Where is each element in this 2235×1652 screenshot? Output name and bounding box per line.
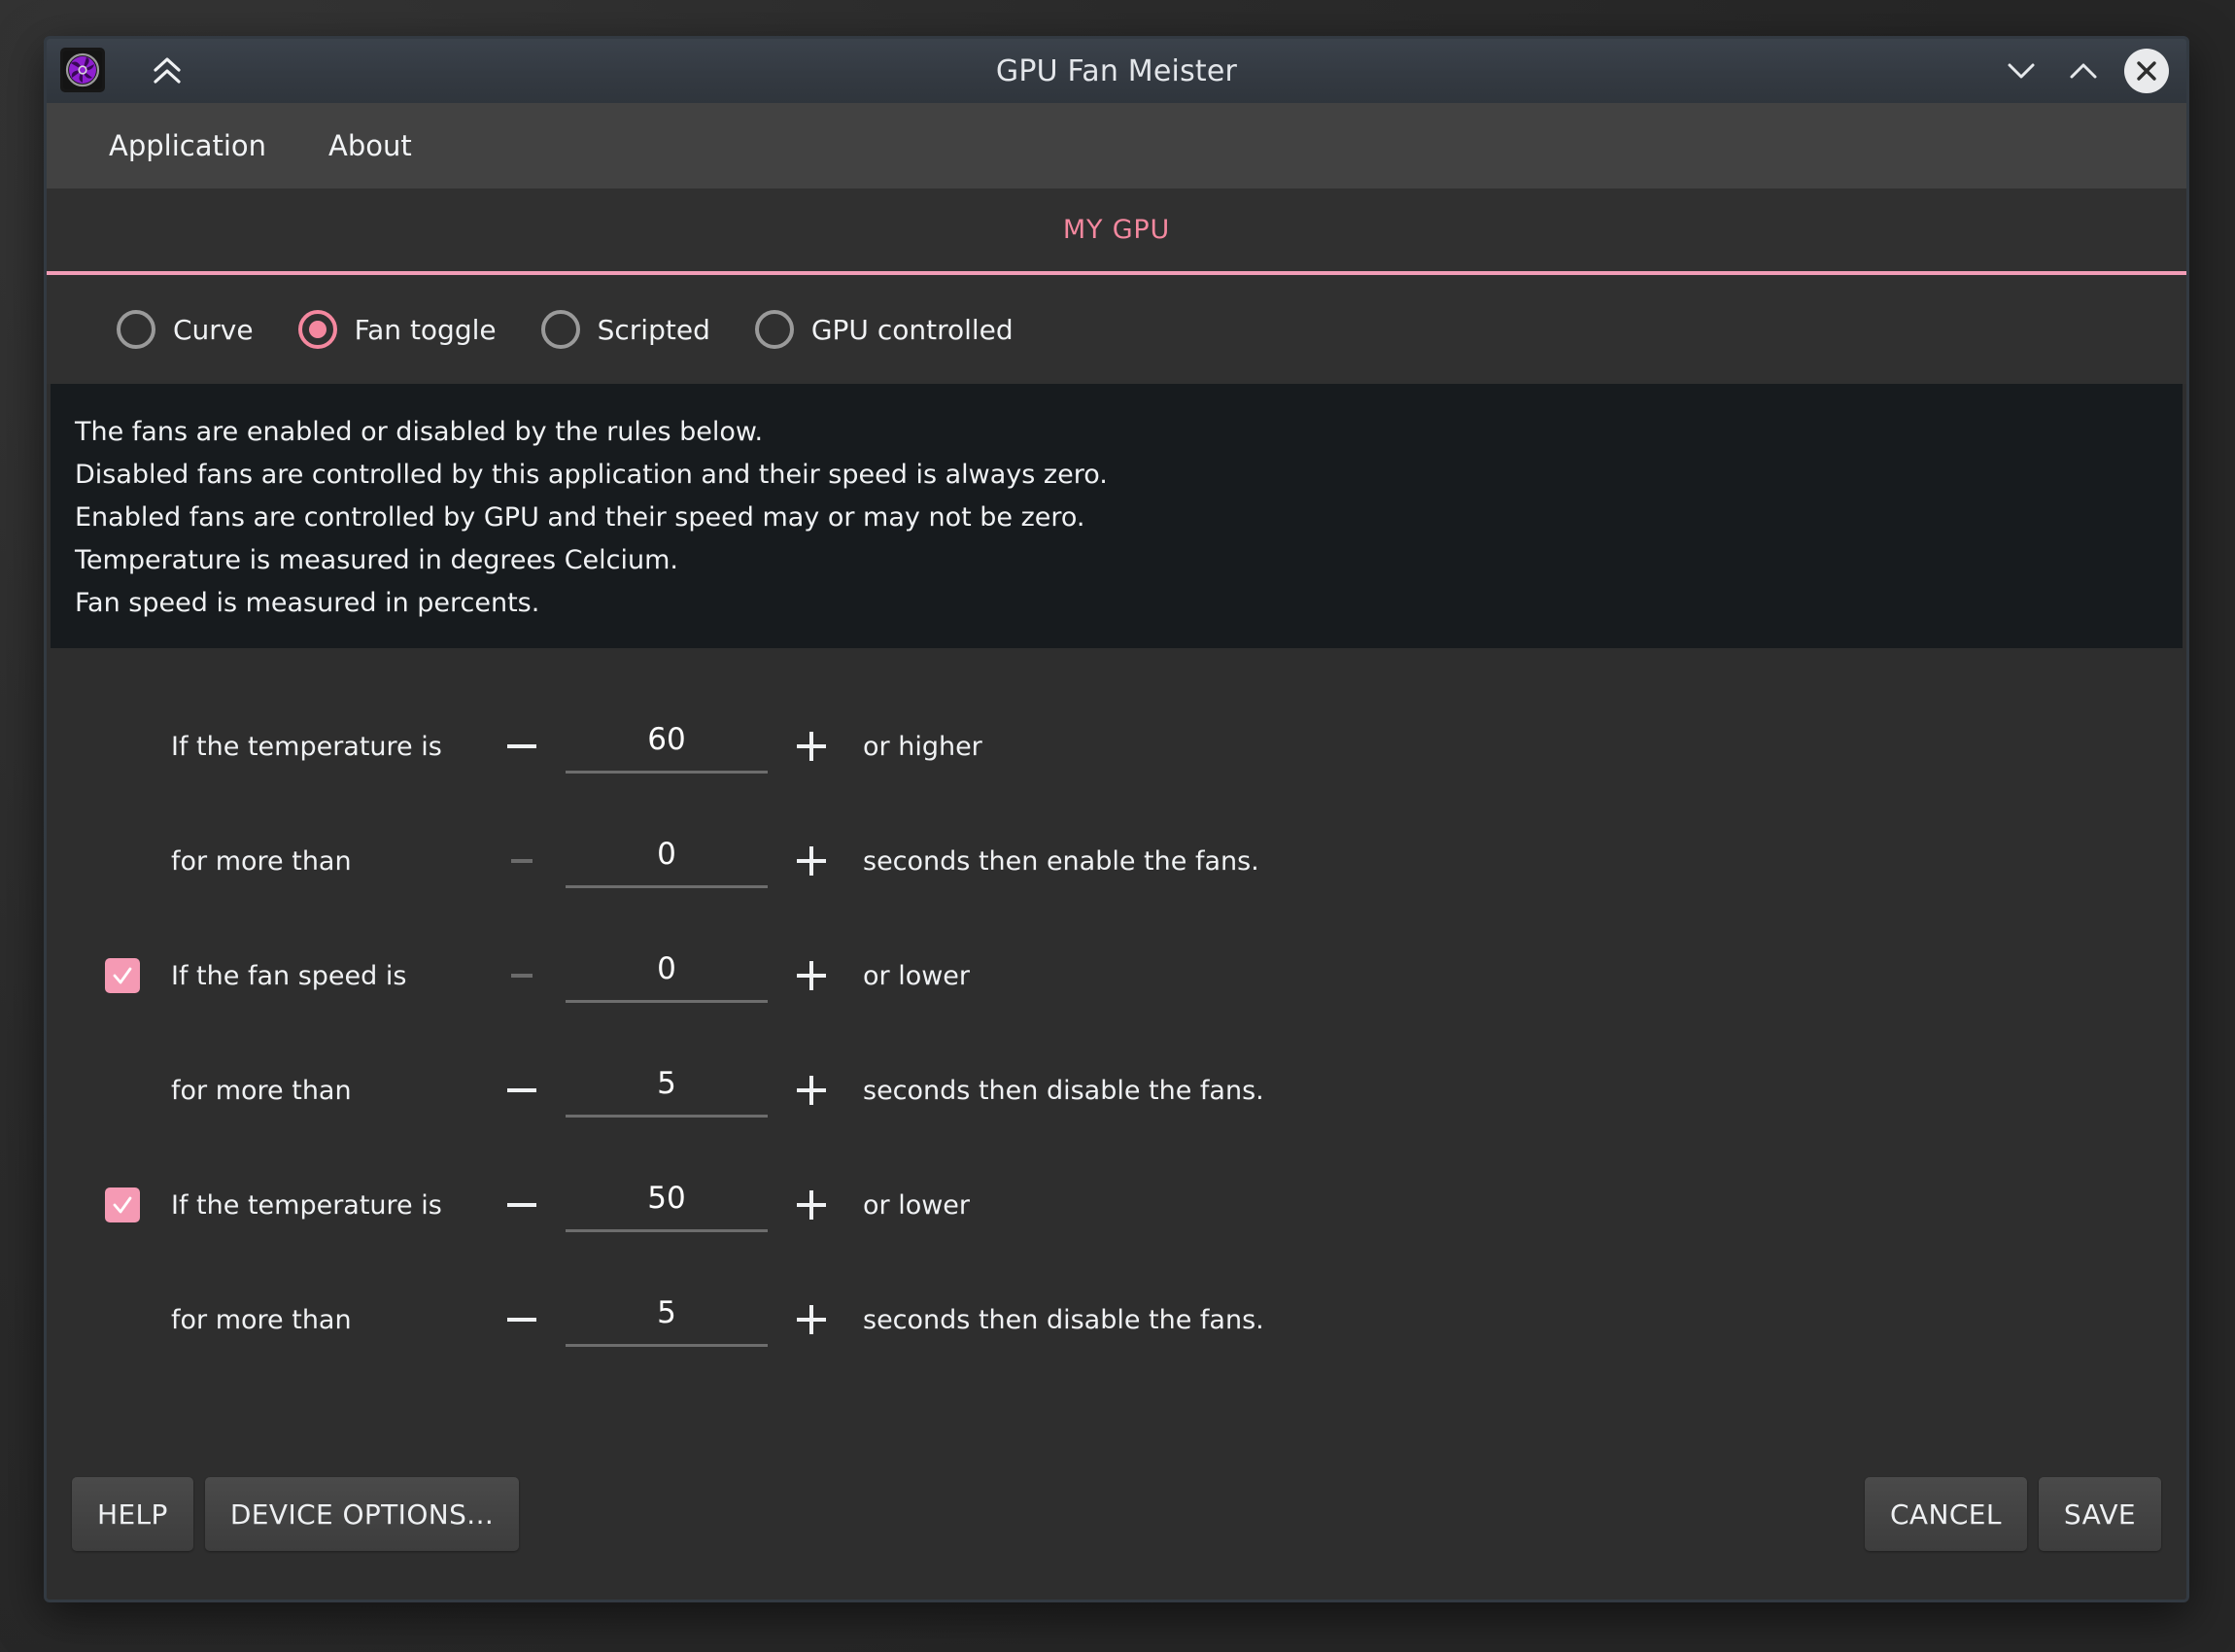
- rule-checkbox[interactable]: [105, 958, 140, 993]
- decrement-button[interactable]: [492, 1290, 552, 1350]
- value-field[interactable]: 5: [566, 1293, 768, 1347]
- chevron-down-icon[interactable]: [2000, 50, 2043, 92]
- increment-button[interactable]: [781, 1060, 842, 1120]
- menu-bar: Application About: [47, 103, 2186, 189]
- decrement-button: [492, 831, 552, 891]
- fan-icon: [60, 48, 105, 92]
- radio-label-curve: Curve: [173, 313, 254, 346]
- value-field[interactable]: 5: [566, 1064, 768, 1118]
- value-text: 5: [657, 1294, 676, 1330]
- description-line: Fan speed is measured in percents.: [75, 588, 540, 618]
- rule-label: If the temperature is: [171, 1189, 442, 1221]
- radio-circle-selected-icon: [297, 310, 337, 349]
- value-field[interactable]: 0: [566, 835, 768, 888]
- rule-label: for more than: [171, 845, 352, 877]
- double-chevron-up-icon[interactable]: [148, 52, 187, 90]
- radio-fan-toggle[interactable]: Fan toggle: [297, 310, 497, 349]
- rule-checkbox[interactable]: [105, 1187, 140, 1222]
- mode-radio-group: Curve Fan toggle Scripted GPU controlled: [47, 275, 2186, 384]
- decrement-button[interactable]: [492, 716, 552, 776]
- rule-row: If the fan speed is 0 or lower: [47, 918, 2186, 1033]
- radio-circle-icon: [754, 310, 794, 349]
- increment-button[interactable]: [781, 1290, 842, 1350]
- decrement-button[interactable]: [492, 1175, 552, 1235]
- rule-label: If the temperature is: [171, 731, 442, 762]
- rule-row: for more than 5 seconds then disable the…: [47, 1262, 2186, 1377]
- rule-label: If the fan speed is: [171, 960, 407, 991]
- description-panel: The fans are enabled or disabled by the …: [51, 384, 2183, 648]
- save-button[interactable]: SAVE: [2038, 1477, 2161, 1551]
- device-options-button[interactable]: DEVICE OPTIONS...: [204, 1477, 520, 1551]
- value-text: 5: [657, 1065, 676, 1101]
- footer-right-group: CANCEL SAVE: [1864, 1477, 2161, 1551]
- tab-strip: MY GPU: [47, 189, 2186, 275]
- value-text: 50: [647, 1180, 686, 1216]
- radio-curve[interactable]: Curve: [117, 310, 254, 349]
- increment-button[interactable]: [781, 946, 842, 1006]
- radio-label-scripted: Scripted: [597, 313, 710, 346]
- increment-button[interactable]: [781, 1175, 842, 1235]
- window-controls: [2000, 49, 2169, 93]
- value-field[interactable]: 50: [566, 1179, 768, 1232]
- radio-gpu-controlled[interactable]: GPU controlled: [754, 310, 1014, 349]
- rule-suffix: seconds then disable the fans.: [863, 1075, 1264, 1106]
- number-stepper: 60: [492, 716, 842, 776]
- chevron-up-icon[interactable]: [2062, 50, 2105, 92]
- radio-label-gpu-controlled: GPU controlled: [810, 313, 1014, 346]
- number-stepper: 0: [492, 831, 842, 891]
- increment-button[interactable]: [781, 831, 842, 891]
- radio-label-fan-toggle: Fan toggle: [354, 313, 497, 346]
- number-stepper: 50: [492, 1175, 842, 1235]
- rule-suffix: seconds then disable the fans.: [863, 1304, 1264, 1335]
- value-text: 0: [657, 836, 676, 872]
- number-stepper: 5: [492, 1060, 842, 1120]
- description-line: Enabled fans are controlled by GPU and t…: [75, 502, 1085, 533]
- checkbox-slot: [105, 958, 171, 993]
- description-line: Disabled fans are controlled by this app…: [75, 460, 1108, 490]
- title-bar: GPU Fan Meister: [47, 39, 2186, 103]
- rule-suffix: or lower: [863, 1189, 971, 1221]
- footer-left-group: HELP DEVICE OPTIONS...: [72, 1477, 520, 1551]
- help-button[interactable]: HELP: [72, 1477, 193, 1551]
- checkbox-slot: [105, 1187, 171, 1222]
- value-text: 0: [657, 950, 676, 986]
- rule-suffix: seconds then enable the fans.: [863, 845, 1259, 877]
- radio-circle-icon: [117, 310, 155, 349]
- value-text: 60: [647, 721, 686, 757]
- description-line: The fans are enabled or disabled by the …: [75, 417, 764, 447]
- rule-row: If the temperature is 50 or lower: [47, 1148, 2186, 1262]
- description-line: Temperature is measured in degrees Celci…: [75, 545, 679, 575]
- number-stepper: 0: [492, 946, 842, 1006]
- increment-button[interactable]: [781, 716, 842, 776]
- footer-bar: HELP DEVICE OPTIONS... CANCEL SAVE: [47, 1454, 2186, 1600]
- number-stepper: 5: [492, 1290, 842, 1350]
- value-field[interactable]: 0: [566, 949, 768, 1003]
- menu-item-about[interactable]: About: [297, 120, 443, 172]
- close-x-icon[interactable]: [2124, 49, 2169, 93]
- window-title: GPU Fan Meister: [995, 53, 1238, 88]
- rule-suffix: or lower: [863, 960, 971, 991]
- decrement-button[interactable]: [492, 1060, 552, 1120]
- rule-label: for more than: [171, 1075, 352, 1106]
- decrement-button: [492, 946, 552, 1006]
- value-field[interactable]: 60: [566, 720, 768, 774]
- rule-row: for more than 5 seconds then disable the…: [47, 1033, 2186, 1148]
- app-window: GPU Fan Meister Application About MY GPU…: [44, 36, 2189, 1602]
- tab-my-gpu[interactable]: MY GPU: [1063, 215, 1170, 245]
- rule-row: for more than 0 seconds then enable the …: [47, 804, 2186, 918]
- rule-suffix: or higher: [863, 731, 982, 762]
- rule-row: If the temperature is 60 or higher: [47, 689, 2186, 804]
- rule-label: for more than: [171, 1304, 352, 1335]
- radio-scripted[interactable]: Scripted: [540, 310, 710, 349]
- radio-circle-icon: [540, 310, 580, 349]
- menu-item-application[interactable]: Application: [78, 120, 297, 172]
- rules-list: If the temperature is 60 or higher for m…: [47, 648, 2186, 1454]
- cancel-button[interactable]: CANCEL: [1864, 1477, 2027, 1551]
